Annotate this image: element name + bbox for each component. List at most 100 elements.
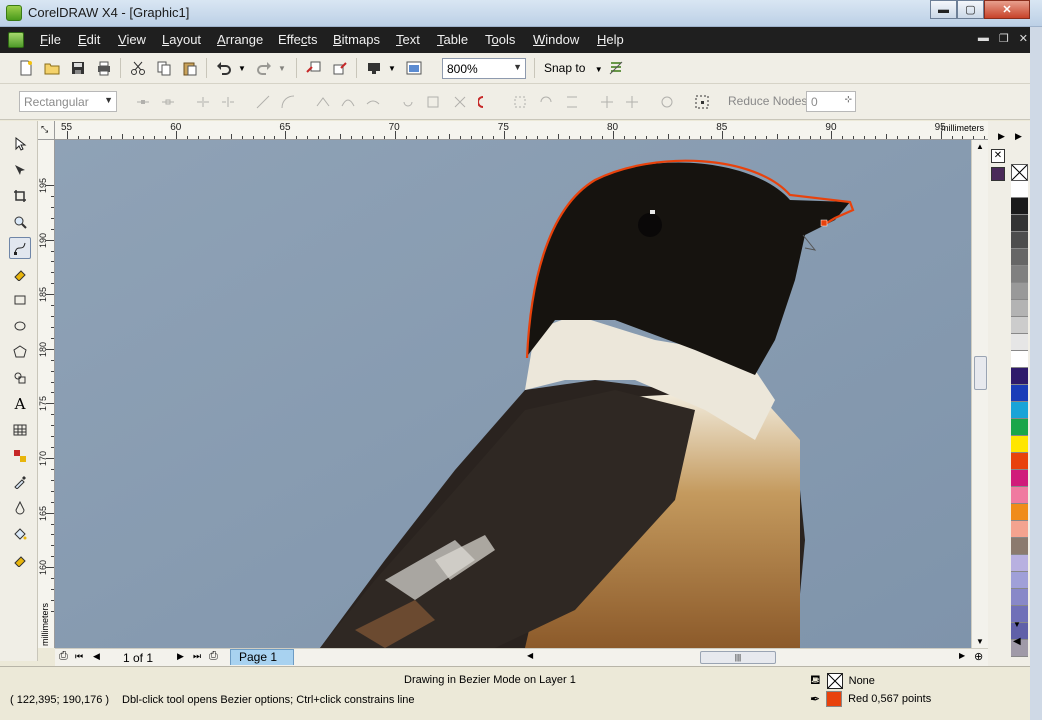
table-tool-icon[interactable]: [9, 419, 31, 441]
scroll-left-icon[interactable]: ◀: [527, 651, 533, 660]
doc-restore-icon[interactable]: ❐: [999, 32, 1009, 45]
color-swatch[interactable]: [1011, 504, 1028, 521]
basic-shapes-tool-icon[interactable]: [9, 367, 31, 389]
color-swatch[interactable]: [1011, 266, 1028, 283]
menu-file[interactable]: File: [40, 32, 61, 47]
doc-minimize-icon[interactable]: ▬: [978, 32, 989, 45]
text-tool-icon[interactable]: A: [9, 393, 31, 415]
extend-curve-icon[interactable]: [423, 92, 443, 112]
zoom-tool-icon[interactable]: [9, 211, 31, 233]
stretch-nodes-icon[interactable]: [510, 92, 530, 112]
extract-subpath-icon[interactable]: [450, 92, 470, 112]
menu-bitmaps[interactable]: Bitmaps: [333, 32, 380, 47]
smart-fill-tool-icon[interactable]: [9, 263, 31, 285]
menu-window[interactable]: Window: [533, 32, 579, 47]
vertical-scrollbar[interactable]: ▲ ▼: [971, 140, 988, 648]
color-swatch[interactable]: [1011, 487, 1028, 504]
palette-expand-icon[interactable]: ◀: [1013, 636, 1021, 647]
reflect-horizontal-icon[interactable]: [597, 92, 617, 112]
copy-icon[interactable]: [154, 58, 174, 78]
rectangle-tool-icon[interactable]: [9, 289, 31, 311]
color-swatch[interactable]: [1011, 334, 1028, 351]
join-nodes-icon[interactable]: [193, 92, 213, 112]
drawing-canvas[interactable]: [55, 140, 971, 648]
print-icon[interactable]: [94, 58, 114, 78]
document-color-swatch[interactable]: [991, 167, 1005, 181]
symmetrical-node-icon[interactable]: [363, 92, 383, 112]
open-folder-icon[interactable]: [42, 58, 62, 78]
save-icon[interactable]: [68, 58, 88, 78]
redo-dropdown-icon[interactable]: ▼: [276, 58, 288, 78]
fill-tool-icon[interactable]: [9, 523, 31, 545]
scroll-palette-right-icon[interactable]: ▶: [998, 131, 1005, 142]
add-node-icon[interactable]: [133, 92, 153, 112]
no-fill-docker-icon[interactable]: ✕: [991, 149, 1005, 163]
color-swatch[interactable]: [1011, 232, 1028, 249]
cut-icon[interactable]: [128, 58, 148, 78]
select-all-nodes-icon[interactable]: [692, 92, 712, 112]
doc-close-icon[interactable]: ✕: [1019, 32, 1028, 45]
pick-tool-icon[interactable]: [9, 133, 31, 155]
navigator-icon[interactable]: ⊕: [974, 650, 983, 663]
vertical-ruler[interactable]: millimeters 195 190 185 180 175 170 165 160: [38, 140, 55, 648]
interactive-blend-tool-icon[interactable]: [9, 445, 31, 467]
horizontal-ruler[interactable]: millimeters 5560657075808590951001051101…: [38, 121, 988, 140]
menu-effects[interactable]: Effects: [278, 32, 318, 47]
outline-indicator[interactable]: ✒ Red 0,567 points: [810, 691, 931, 707]
page-tab[interactable]: Page 1: [230, 649, 294, 665]
no-color-swatch[interactable]: [1011, 164, 1028, 181]
delete-node-icon[interactable]: [158, 92, 178, 112]
color-swatch[interactable]: [1011, 436, 1028, 453]
color-swatch[interactable]: [1011, 368, 1028, 385]
color-swatch[interactable]: [1011, 385, 1028, 402]
menu-arrange[interactable]: Arrange: [217, 32, 263, 47]
shape-tool-icon[interactable]: [9, 159, 31, 181]
menu-layout[interactable]: Layout: [162, 32, 201, 47]
auto-close-curve-icon[interactable]: [476, 92, 496, 112]
color-swatch[interactable]: [1011, 453, 1028, 470]
color-swatch[interactable]: [1011, 198, 1028, 215]
redo-icon[interactable]: [254, 58, 274, 78]
snap-to-button[interactable]: Snap to ▼: [544, 61, 603, 75]
break-curve-icon[interactable]: [218, 92, 238, 112]
color-swatch[interactable]: [1011, 249, 1028, 266]
eyedropper-tool-icon[interactable]: [9, 471, 31, 493]
close-button[interactable]: ✕: [984, 0, 1030, 19]
reflect-vertical-icon[interactable]: [622, 92, 642, 112]
palette-scroll-up-icon[interactable]: ▶: [1015, 131, 1022, 142]
color-swatch[interactable]: [1011, 572, 1028, 589]
first-page-icon[interactable]: ⏮: [75, 651, 83, 662]
menu-tools[interactable]: Tools: [485, 32, 515, 47]
undo-dropdown-icon[interactable]: ▼: [236, 58, 248, 78]
color-swatch[interactable]: [1011, 215, 1028, 232]
color-swatch[interactable]: [1011, 402, 1028, 419]
application-launcher-icon[interactable]: [364, 58, 384, 78]
color-swatch[interactable]: [1011, 555, 1028, 572]
color-swatch[interactable]: [1011, 181, 1028, 198]
zoom-level-combo[interactable]: 800% ▼: [442, 58, 526, 79]
last-page-icon[interactable]: ⏭: [193, 651, 201, 662]
scroll-right-icon[interactable]: ▶: [959, 651, 965, 660]
outline-tool-icon[interactable]: [9, 497, 31, 519]
previous-page-icon[interactable]: ◀: [93, 651, 100, 662]
next-page-icon[interactable]: ▶: [177, 651, 184, 662]
bezier-tool-icon[interactable]: [9, 237, 31, 259]
interactive-fill-tool-icon[interactable]: [9, 549, 31, 571]
color-swatch[interactable]: [1011, 351, 1028, 368]
menu-edit[interactable]: Edit: [78, 32, 100, 47]
new-document-icon[interactable]: [16, 58, 36, 78]
color-swatch[interactable]: [1011, 283, 1028, 300]
cusp-node-icon[interactable]: [313, 92, 333, 112]
reverse-direction-icon[interactable]: [398, 92, 418, 112]
insert-page-after-icon[interactable]: ⎙: [209, 650, 218, 663]
menu-text[interactable]: Text: [396, 32, 420, 47]
maximize-button[interactable]: ▢: [957, 0, 984, 19]
paste-icon[interactable]: [180, 58, 200, 78]
welcome-screen-icon[interactable]: [404, 58, 424, 78]
convert-to-line-icon[interactable]: [253, 92, 273, 112]
polygon-tool-icon[interactable]: [9, 341, 31, 363]
undo-icon[interactable]: [214, 58, 234, 78]
horizontal-scroll-thumb[interactable]: |||: [700, 651, 776, 664]
color-swatch[interactable]: [1011, 419, 1028, 436]
export-icon[interactable]: [330, 58, 350, 78]
